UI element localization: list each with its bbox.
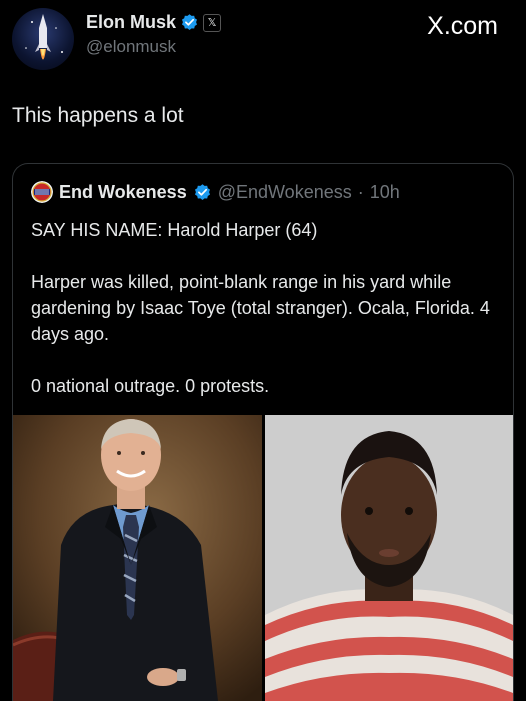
tweet-text: This happens a lot [12,104,184,127]
quoted-tweet[interactable]: End Wokeness @EndWokeness · 10h SAY HIS … [12,163,514,701]
author-handle[interactable]: @elonmusk [86,37,221,57]
author-name[interactable]: Elon Musk [86,12,176,33]
quote-media [13,415,513,701]
quote-author-name[interactable]: End Wokeness [59,182,187,203]
quote-author-avatar[interactable] [31,181,53,203]
tweet-author: Elon Musk 𝕏 @elonmusk [86,12,222,57]
verified-badge-icon [181,14,198,31]
quote-line-1: SAY HIS NAME: Harold Harper (64) [31,220,318,240]
quote-header: End Wokeness @EndWokeness · 10h [31,181,400,203]
quote-line-2: Harper was killed, point-blank range in … [31,272,490,344]
site-brand: X.com [427,12,498,40]
photo-mugshot[interactable] [265,415,513,701]
author-avatar[interactable] [12,8,74,70]
x-affiliate-badge-icon: 𝕏 [203,13,222,32]
verified-badge-icon [194,183,210,200]
dot-separator: · [357,181,364,202]
photo-man-in-suit[interactable] [13,415,262,701]
quote-line-3: 0 national outrage. 0 protests. [31,376,270,396]
quote-text: SAY HIS NAME: Harold Harper (64) Harper … [31,217,501,399]
quote-author-handle[interactable]: @EndWokeness [218,182,352,203]
quote-timestamp[interactable]: 10h [370,182,400,203]
